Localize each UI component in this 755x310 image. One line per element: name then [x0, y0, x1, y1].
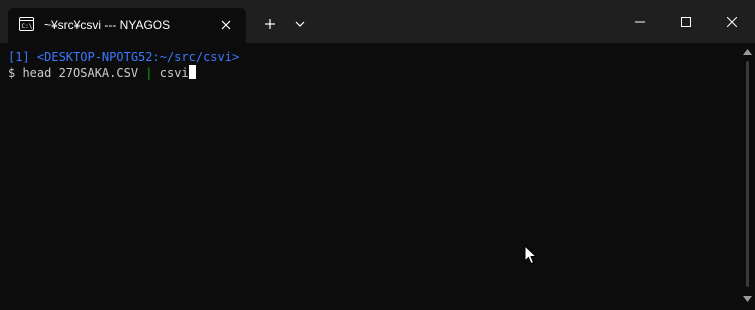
- command-text-end: csvi: [152, 66, 189, 80]
- profile-dropdown-button[interactable]: [287, 10, 313, 38]
- scroll-down-icon[interactable]: [743, 296, 752, 302]
- minimize-icon: [635, 21, 645, 22]
- prompt-text: [1] <DESKTOP-NPOTG52:~/src/csvi>: [8, 50, 240, 64]
- title-bar[interactable]: C:\ ~¥src¥csvi --- NYAGOS: [0, 0, 755, 43]
- chevron-down-icon: [295, 21, 305, 27]
- text-cursor: [188, 65, 196, 79]
- mouse-pointer-icon: [524, 245, 538, 265]
- pipe-symbol: |: [145, 66, 153, 80]
- scrollbar-thumb[interactable]: [746, 61, 749, 287]
- tab-nyagos[interactable]: C:\ ~¥src¥csvi --- NYAGOS: [8, 8, 246, 43]
- maximize-icon: [681, 16, 691, 27]
- svg-text:C:\: C:\: [22, 23, 33, 30]
- terminal-output[interactable]: [1] <DESKTOP-NPOTG52:~/src/csvi> $ head …: [0, 43, 738, 310]
- scroll-up-icon[interactable]: [743, 49, 752, 55]
- tab-close-button[interactable]: [218, 17, 234, 33]
- minimize-button[interactable]: [617, 0, 663, 43]
- close-window-button[interactable]: [709, 0, 755, 43]
- plus-icon: [265, 19, 275, 29]
- maximize-button[interactable]: [663, 0, 709, 43]
- close-icon: [727, 16, 737, 27]
- terminal-icon: C:\: [19, 17, 34, 31]
- tab-title: ~¥src¥csvi --- NYAGOS: [44, 18, 171, 32]
- prompt-line: [1] <DESKTOP-NPOTG52:~/src/csvi>: [8, 49, 738, 65]
- command-text: head 27OSAKA.CSV: [15, 66, 146, 80]
- terminal-window: C:\ ~¥src¥csvi --- NYAGOS [1] <DESKTOP-N…: [0, 0, 755, 310]
- close-icon: [221, 20, 231, 30]
- vertical-scrollbar[interactable]: [740, 43, 755, 310]
- command-line[interactable]: $ head 27OSAKA.CSV | csvi: [8, 65, 738, 81]
- new-tab-button[interactable]: [255, 10, 285, 38]
